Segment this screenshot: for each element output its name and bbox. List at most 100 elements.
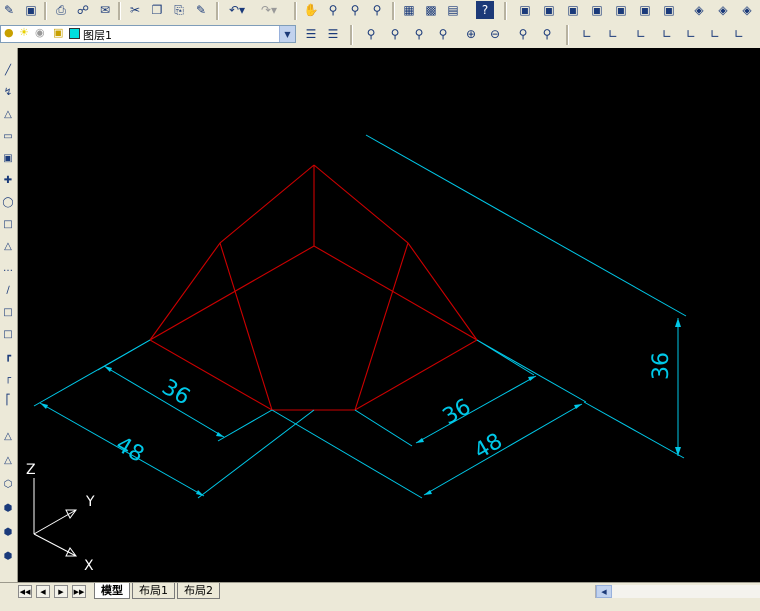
zoom-realtime-icon[interactable]: ⚲ <box>324 1 342 19</box>
arrow-head <box>40 403 48 409</box>
polygon-icon[interactable]: ▭ <box>1 128 15 144</box>
last-tab-icon[interactable]: ▶▶ <box>72 585 86 598</box>
toolbar-separator <box>504 2 507 20</box>
zoom-previous-icon[interactable]: ⚲ <box>368 1 386 19</box>
help-icon[interactable]: ? <box>476 1 494 19</box>
block-icon[interactable]: ∕ <box>1 282 15 298</box>
paste-icon[interactable]: ⎘ <box>170 1 188 19</box>
redo-icon[interactable]: ↷▾ <box>256 1 282 19</box>
ucs-y-axis <box>33 509 77 535</box>
horizontal-scrollbar[interactable]: ◀ <box>595 585 760 598</box>
ucs-world-icon[interactable]: ∟ <box>604 25 622 43</box>
pan-icon[interactable]: ✋ <box>302 1 320 19</box>
dim-ext-line <box>354 409 413 447</box>
layer-states-icon[interactable]: ☰ <box>324 25 342 43</box>
zoom-all-icon[interactable]: ⚲ <box>514 25 532 43</box>
view-left-icon[interactable]: ▣ <box>564 1 582 19</box>
text-icon[interactable]: ⎡ <box>1 392 15 408</box>
tool-palettes-icon[interactable]: ▤ <box>444 1 462 19</box>
view-ne-iso-icon[interactable]: ◈ <box>714 1 732 19</box>
ucs-labels: Z Y X <box>26 462 95 574</box>
view-front-icon[interactable]: ▣ <box>612 1 630 19</box>
chevron-down-icon[interactable]: ▼ <box>279 26 295 42</box>
layers-zoom-ucs-toolbar: ● ☀ ◉ ▣ 图层1 ▼ ☰ ☰ ⚲ ⚲ ⚲ ⚲ ⊕ ⊖ ⚲ ⚲ ∟ ∟ ∟ … <box>0 22 760 49</box>
view-bottom-icon[interactable]: ▣ <box>540 1 558 19</box>
view-top-icon[interactable]: ▣ <box>516 1 534 19</box>
view-nw-iso-icon[interactable]: ◈ <box>738 1 756 19</box>
torus-icon[interactable]: ⬢ <box>1 548 15 564</box>
revision-cloud-icon[interactable]: □ <box>1 216 15 232</box>
ucs-view-icon[interactable]: ∟ <box>706 25 724 43</box>
dim-text-left-inner: 36 <box>157 375 194 411</box>
design-center-icon[interactable]: ▩ <box>422 1 440 19</box>
box-icon[interactable]: △ <box>1 428 15 444</box>
scroll-left-icon[interactable]: ◀ <box>596 585 612 598</box>
zoom-extents-icon[interactable]: ⚲ <box>538 25 556 43</box>
copy-icon[interactable]: ❐ <box>148 1 166 19</box>
sphere-icon[interactable]: △ <box>1 452 15 468</box>
arc-icon[interactable]: ✚ <box>1 172 15 188</box>
current-layer-name: 图层1 <box>83 29 112 42</box>
layout-tab-bar: ◀◀ ◀ ▶ ▶▶ 模型 布局1 布局2 ◀ <box>0 582 760 601</box>
construction-line-icon[interactable]: ↯ <box>1 84 15 100</box>
tab-model[interactable]: 模型 <box>94 583 130 599</box>
layer-dropdown[interactable]: ● ☀ ◉ ▣ 图层1 ▼ <box>0 25 296 43</box>
object-right-ridge <box>354 242 409 411</box>
view-back-icon[interactable]: ▣ <box>636 1 654 19</box>
properties-icon[interactable]: ▦ <box>400 1 418 19</box>
zoom-dynamic-icon[interactable]: ⚲ <box>386 25 404 43</box>
first-tab-icon[interactable]: ◀◀ <box>18 585 32 598</box>
prev-tab-icon[interactable]: ◀ <box>36 585 50 598</box>
zoom-in-icon[interactable]: ⊕ <box>462 25 480 43</box>
publish-icon[interactable]: ✉ <box>96 1 114 19</box>
toolbar-separator <box>216 2 219 20</box>
tab-layout2[interactable]: 布局2 <box>177 583 220 599</box>
circle-icon[interactable]: ◯ <box>1 194 15 210</box>
layer-previous-icon[interactable]: ☰ <box>302 25 320 43</box>
tab-layout1[interactable]: 布局1 <box>132 583 175 599</box>
ellipse-icon[interactable]: … <box>1 260 15 276</box>
print-preview-icon[interactable]: ☍ <box>74 1 92 19</box>
save-icon[interactable]: ▣ <box>22 1 40 19</box>
ucs-previous-icon[interactable]: ∟ <box>632 25 650 43</box>
next-tab-icon[interactable]: ▶ <box>54 585 68 598</box>
ucs-object-icon[interactable]: ∟ <box>682 25 700 43</box>
match-properties-icon[interactable]: ✎ <box>192 1 210 19</box>
cylinder-icon[interactable]: ⬡ <box>1 476 15 492</box>
point-icon[interactable]: □ <box>1 304 15 320</box>
dim-text-height: 36 <box>649 352 674 380</box>
dim-ext-line <box>365 134 687 317</box>
dim-ext-line <box>271 409 423 499</box>
rectangle-icon[interactable]: ▣ <box>1 150 15 166</box>
ucs-y-label: Y <box>85 494 95 510</box>
table-icon[interactable]: ┌ <box>1 370 15 386</box>
drawing-canvas[interactable]: 36 48 36 48 36 Z Y X <box>18 48 760 582</box>
object-inner-edges <box>149 245 478 341</box>
region-icon[interactable]: ┏ <box>1 348 15 364</box>
cut-icon[interactable]: ✂ <box>126 1 144 19</box>
undo-icon[interactable]: ↶▾ <box>224 1 250 19</box>
view-right-icon[interactable]: ▣ <box>588 1 606 19</box>
dim-ext-line <box>217 409 273 442</box>
hatch-icon[interactable]: □ <box>1 326 15 342</box>
dim-line-right-inner <box>415 375 537 444</box>
zoom-center-icon[interactable]: ⚲ <box>434 25 452 43</box>
view-se-iso-icon[interactable]: ◈ <box>690 1 708 19</box>
view-sw-iso-icon[interactable]: ▣ <box>660 1 678 19</box>
print-icon[interactable]: ⎙ <box>52 1 70 19</box>
zoom-window-icon[interactable]: ⚲ <box>362 25 380 43</box>
ucs-origin-icon[interactable]: ∟ <box>730 25 748 43</box>
line-icon[interactable]: ╱ <box>1 62 15 78</box>
arrow-head <box>196 490 204 496</box>
zoom-scale-icon[interactable]: ⚲ <box>410 25 428 43</box>
ucs-icon[interactable]: ∟ <box>578 25 596 43</box>
spline-icon[interactable]: △ <box>1 238 15 254</box>
polyline-icon[interactable]: △ <box>1 106 15 122</box>
cone-icon[interactable]: ⬢ <box>1 500 15 516</box>
wedge-icon[interactable]: ⬢ <box>1 524 15 540</box>
dim-text-right-outer: 48 <box>470 429 507 465</box>
ucs-face-icon[interactable]: ∟ <box>658 25 676 43</box>
new-icon[interactable]: ✎ <box>0 1 18 19</box>
zoom-out-icon[interactable]: ⊖ <box>486 25 504 43</box>
zoom-window-icon[interactable]: ⚲ <box>346 1 364 19</box>
